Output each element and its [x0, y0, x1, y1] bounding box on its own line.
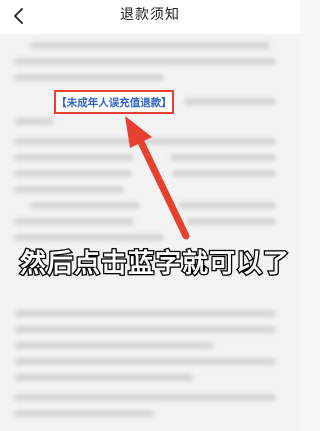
pointer-arrow-icon — [125, 116, 190, 240]
tutorial-caption: 然后点击蓝字就可以了 — [19, 248, 291, 281]
